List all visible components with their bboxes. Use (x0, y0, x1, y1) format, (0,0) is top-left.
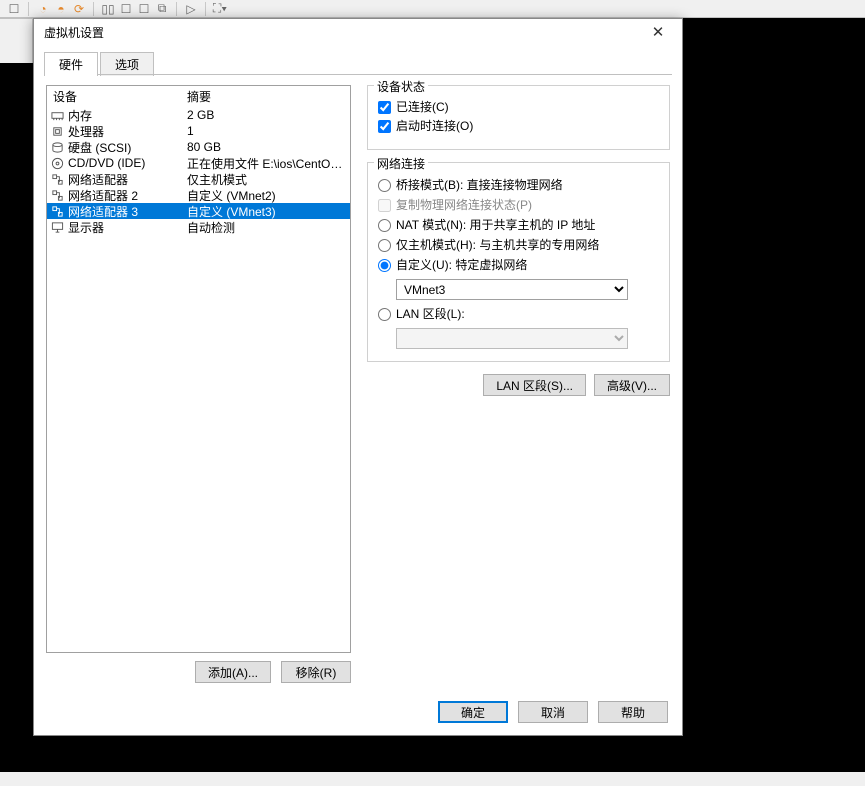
replicate-checkbox (378, 199, 391, 212)
toolbar-icon-5[interactable]: ▯▯ (100, 2, 116, 16)
hardware-summary: 80 GB (187, 140, 350, 154)
connect-at-power-checkbox[interactable] (378, 120, 391, 133)
toolbar-icon-6[interactable]: ☐ (118, 2, 134, 16)
toolbar-icon-8[interactable]: ⧉ (154, 2, 170, 16)
hostonly-radio[interactable] (378, 239, 391, 252)
device-status-group: 设备状态 已连接(C) 启动时连接(O) (367, 85, 670, 150)
nat-label: NAT 模式(N): 用于共享主机的 IP 地址 (396, 217, 595, 233)
segment-buttons: LAN 区段(S)... 高级(V)... (367, 374, 670, 396)
net-icon (50, 172, 64, 186)
toolbar-icon-7[interactable]: ☐ (136, 2, 152, 16)
net-icon (50, 188, 64, 202)
titlebar: 虚拟机设置 ✕ (34, 19, 682, 45)
tab-bar: 硬件 选项 (34, 45, 682, 75)
lan-segment-radio[interactable] (378, 308, 391, 321)
hardware-name: 网络适配器 2 (68, 187, 138, 204)
hardware-summary: 正在使用文件 E:\ios\CentOS-... (187, 155, 350, 172)
toolbar-icon-9[interactable]: ▷ (183, 2, 199, 16)
hostonly-label: 仅主机模式(H): 与主机共享的专用网络 (396, 237, 599, 253)
detail-panel: 设备状态 已连接(C) 启动时连接(O) 网络连接 桥接模式(B): 直接连接物… (367, 85, 670, 683)
hardware-row[interactable]: 网络适配器 仅主机模式 (47, 171, 350, 187)
header-summary: 摘要 (187, 88, 347, 105)
hardware-name: 内存 (68, 107, 92, 124)
replicate-label: 复制物理网络连接状态(P) (396, 197, 532, 213)
bottom-status-strip (0, 772, 865, 786)
hardware-row[interactable]: 内存 2 GB (47, 107, 350, 123)
custom-row[interactable]: 自定义(U): 特定虚拟网络 (378, 257, 661, 273)
vm-settings-dialog: 虚拟机设置 ✕ 硬件 选项 设备 摘要 内存 2 GB 处理器 1 硬盘 (SCSI) 8… (33, 18, 683, 736)
dialog-title: 虚拟机设置 (44, 24, 638, 41)
bridged-radio[interactable] (378, 179, 391, 192)
bridged-row[interactable]: 桥接模式(B): 直接连接物理网络 (378, 177, 661, 193)
cpu-icon (50, 124, 64, 138)
display-icon (50, 220, 64, 234)
lan-segment-row[interactable]: LAN 区段(L): (378, 306, 661, 322)
memory-icon (50, 108, 64, 122)
device-status-title: 设备状态 (374, 78, 428, 95)
nat-row[interactable]: NAT 模式(N): 用于共享主机的 IP 地址 (378, 217, 661, 233)
hardware-row[interactable]: 处理器 1 (47, 123, 350, 139)
connected-checkbox[interactable] (378, 101, 391, 114)
custom-radio[interactable] (378, 259, 391, 272)
cd-icon (50, 156, 64, 170)
nat-radio[interactable] (378, 219, 391, 232)
dialog-footer: 确定 取消 帮助 (34, 693, 682, 735)
hardware-name: 硬盘 (SCSI) (68, 139, 131, 156)
hardware-row[interactable]: 硬盘 (SCSI) 80 GB (47, 139, 350, 155)
connected-label: 已连接(C) (396, 99, 449, 115)
tab-options[interactable]: 选项 (100, 52, 154, 76)
add-button[interactable]: 添加(A)... (195, 661, 271, 683)
hardware-list[interactable]: 设备 摘要 内存2 GB处理器1硬盘 (SCSI)80 GBCD/DVD (ID… (46, 85, 351, 653)
lan-segment-label: LAN 区段(L): (396, 306, 465, 322)
toolbar-icon-fullscreen[interactable]: ⛶▾ (212, 2, 228, 16)
hardware-name: 显示器 (68, 219, 104, 236)
toolbar-icon-3[interactable]: ◓ (53, 2, 69, 16)
network-connection-group: 网络连接 桥接模式(B): 直接连接物理网络 复制物理网络连接状态(P) NAT… (367, 162, 670, 362)
hardware-buttons: 添加(A)... 移除(R) (46, 661, 351, 683)
hardware-row[interactable]: CD/DVD (IDE) 正在使用文件 E:\ios\CentOS-... (47, 155, 350, 171)
toolbar-icon-clock[interactable]: ◔ (35, 2, 51, 16)
custom-label: 自定义(U): 特定虚拟网络 (396, 257, 527, 273)
hardware-summary: 1 (187, 124, 350, 138)
disk-icon (50, 140, 64, 154)
ok-button[interactable]: 确定 (438, 701, 508, 723)
replicate-row: 复制物理网络连接状态(P) (378, 197, 661, 213)
hardware-summary: 2 GB (187, 108, 350, 122)
hardware-name: 处理器 (68, 123, 104, 140)
tab-hardware[interactable]: 硬件 (44, 52, 98, 76)
parent-side-strip (0, 18, 33, 63)
parent-toolbar: ☐ ◔ ◓ ⟳ ▯▯ ☐ ☐ ⧉ ▷ ⛶▾ (0, 0, 865, 18)
network-title: 网络连接 (374, 155, 428, 172)
help-button[interactable]: 帮助 (598, 701, 668, 723)
connected-row[interactable]: 已连接(C) (378, 99, 661, 115)
cancel-button[interactable]: 取消 (518, 701, 588, 723)
advanced-button[interactable]: 高级(V)... (594, 374, 670, 396)
content-area: 设备 摘要 内存2 GB处理器1硬盘 (SCSI)80 GBCD/DVD (ID… (34, 75, 682, 693)
bridged-label: 桥接模式(B): 直接连接物理网络 (396, 177, 563, 193)
hardware-panel: 设备 摘要 内存2 GB处理器1硬盘 (SCSI)80 GBCD/DVD (ID… (46, 85, 351, 683)
hardware-name: 网络适配器 3 (68, 203, 138, 220)
close-icon[interactable]: ✕ (638, 20, 678, 44)
lan-segments-button[interactable]: LAN 区段(S)... (483, 374, 586, 396)
hardware-summary: 仅主机模式 (187, 171, 350, 188)
custom-vmnet-select[interactable]: VMnet3 (396, 279, 628, 300)
remove-button[interactable]: 移除(R) (281, 661, 351, 683)
hardware-name: 网络适配器 (68, 171, 128, 188)
connect-at-power-label: 启动时连接(O) (396, 118, 473, 134)
hardware-row[interactable]: 网络适配器 2 自定义 (VMnet2) (47, 187, 350, 203)
hardware-name: CD/DVD (IDE) (68, 156, 145, 170)
toolbar-icon-1[interactable]: ☐ (6, 2, 22, 16)
lan-segment-select (396, 328, 628, 349)
hardware-row[interactable]: 显示器 自动检测 (47, 219, 350, 235)
connect-at-power-row[interactable]: 启动时连接(O) (378, 118, 661, 134)
hardware-list-header: 设备 摘要 (47, 86, 350, 107)
hardware-row[interactable]: 网络适配器 3 自定义 (VMnet3) (47, 203, 350, 219)
hostonly-row[interactable]: 仅主机模式(H): 与主机共享的专用网络 (378, 237, 661, 253)
hardware-summary: 自动检测 (187, 219, 350, 236)
toolbar-icon-4[interactable]: ⟳ (71, 2, 87, 16)
header-device: 设备 (50, 88, 187, 105)
net-icon (50, 204, 64, 218)
hardware-summary: 自定义 (VMnet3) (187, 203, 350, 220)
hardware-summary: 自定义 (VMnet2) (187, 187, 350, 204)
